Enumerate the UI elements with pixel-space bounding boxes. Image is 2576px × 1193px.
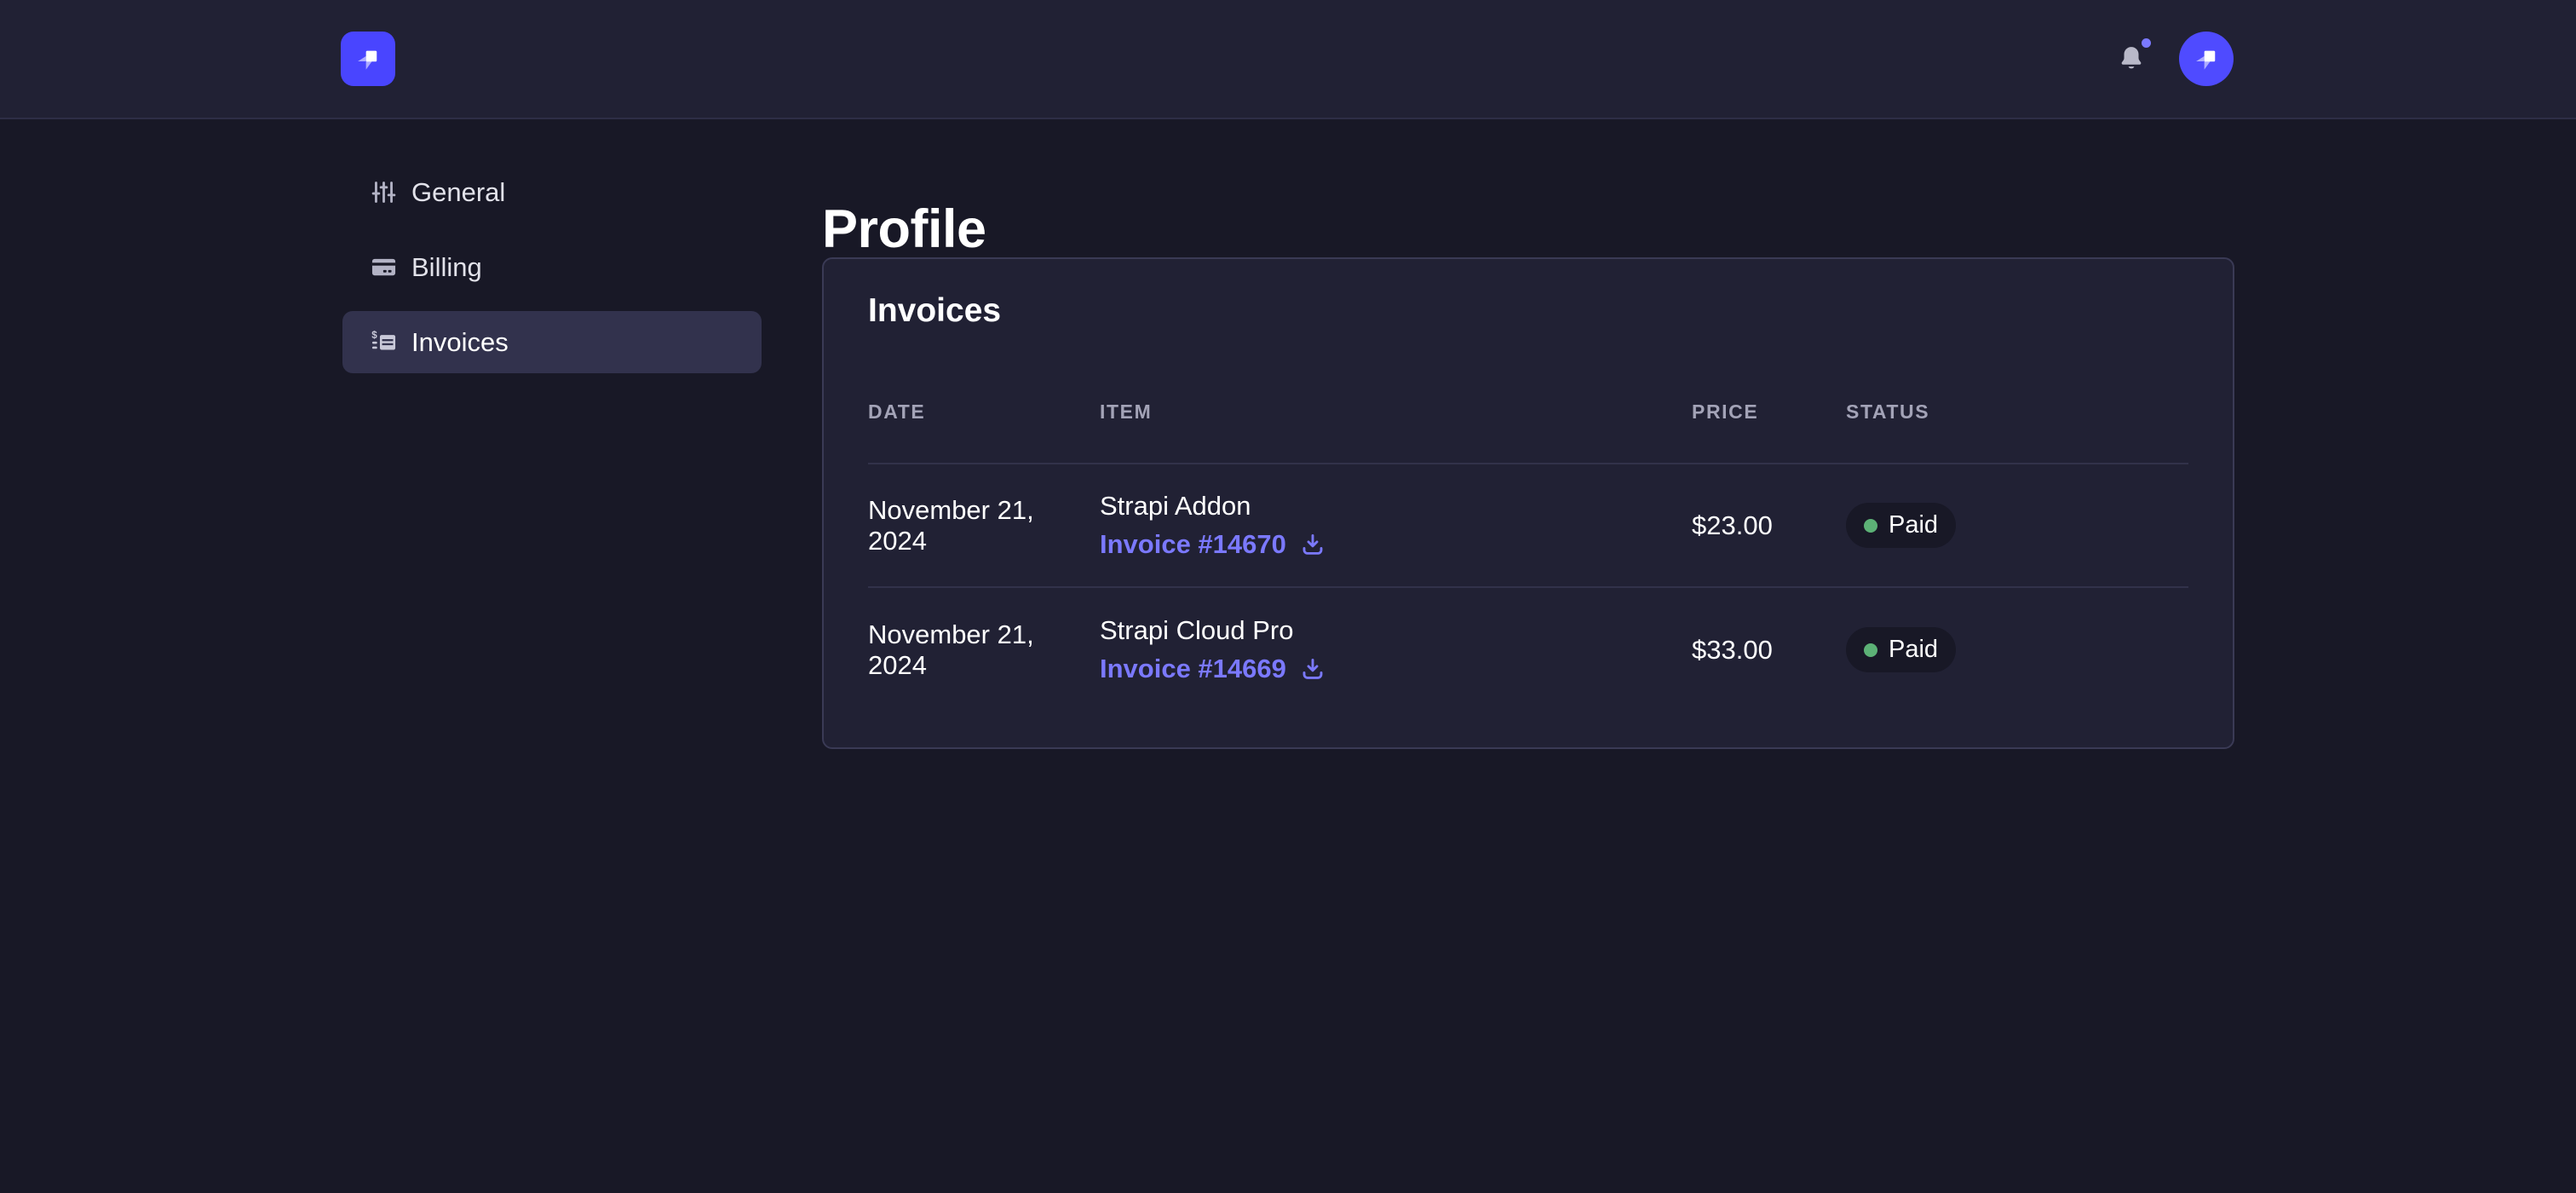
- notification-dot: [2142, 38, 2151, 48]
- app-header: [0, 0, 2576, 119]
- invoice-icon: $: [371, 329, 397, 355]
- invoice-item-cell: Strapi Addon Invoice #14670: [1100, 491, 1692, 559]
- invoices-table-header: DATE ITEM PRICE STATUS: [868, 402, 2188, 464]
- invoice-link-label: Invoice #14669: [1100, 654, 1286, 684]
- notifications-button[interactable]: [2114, 42, 2148, 76]
- status-badge: Paid: [1846, 503, 1956, 548]
- invoice-row: November 21, 2024 Strapi Cloud Pro Invoi…: [868, 588, 2188, 712]
- download-icon[interactable]: [1300, 532, 1325, 557]
- invoice-item-name: Strapi Addon: [1100, 491, 1692, 522]
- invoice-item-name: Strapi Cloud Pro: [1100, 615, 1692, 646]
- invoice-item-cell: Strapi Cloud Pro Invoice #14669: [1100, 615, 1692, 683]
- status-label: Paid: [1889, 511, 1938, 539]
- invoice-date: November 21, 2024: [868, 495, 1100, 556]
- status-badge: Paid: [1846, 627, 1956, 672]
- sliders-icon: [371, 179, 397, 205]
- column-header-date: DATE: [868, 402, 1100, 422]
- invoices-card-title: Invoices: [868, 291, 2188, 331]
- invoices-card: Invoices DATE ITEM PRICE STATUS November…: [822, 257, 2234, 749]
- settings-sidebar: General Billing $ Invoices: [342, 161, 762, 373]
- invoice-row: November 21, 2024 Strapi Addon Invoice #…: [868, 464, 2188, 588]
- sidebar-item-billing[interactable]: Billing: [342, 236, 762, 298]
- svg-text:$: $: [371, 330, 377, 341]
- strapi-logo-button[interactable]: [341, 32, 395, 86]
- status-label: Paid: [1889, 636, 1938, 664]
- invoice-link-label: Invoice #14670: [1100, 529, 1286, 560]
- status-dot-icon: [1864, 519, 1877, 533]
- app-root: General Billing $ Invoices Profile: [0, 0, 2576, 1193]
- download-icon[interactable]: [1300, 656, 1325, 682]
- header-actions: [2114, 32, 2234, 86]
- user-avatar-button[interactable]: [2179, 32, 2234, 86]
- invoice-date: November 21, 2024: [868, 620, 1100, 681]
- sidebar-item-label: Billing: [411, 252, 482, 283]
- sidebar-item-general[interactable]: General: [342, 161, 762, 223]
- strapi-logo-icon: [344, 35, 392, 83]
- sidebar-item-label: General: [411, 177, 505, 208]
- page-title: Profile: [822, 203, 986, 256]
- avatar-strapi-icon: [2182, 35, 2230, 83]
- bell-icon: [2117, 44, 2146, 73]
- invoice-price: $23.00: [1692, 510, 1846, 541]
- status-dot-icon: [1864, 643, 1877, 657]
- column-header-price: PRICE: [1692, 402, 1846, 422]
- column-header-status: STATUS: [1846, 402, 2188, 422]
- column-header-item: ITEM: [1100, 402, 1692, 422]
- sidebar-item-label: Invoices: [411, 327, 509, 358]
- invoice-price: $33.00: [1692, 635, 1846, 666]
- invoice-download-link[interactable]: Invoice #14670: [1100, 529, 1692, 560]
- invoice-download-link[interactable]: Invoice #14669: [1100, 654, 1692, 684]
- credit-card-icon: [371, 254, 397, 280]
- sidebar-item-invoices[interactable]: $ Invoices: [342, 311, 762, 373]
